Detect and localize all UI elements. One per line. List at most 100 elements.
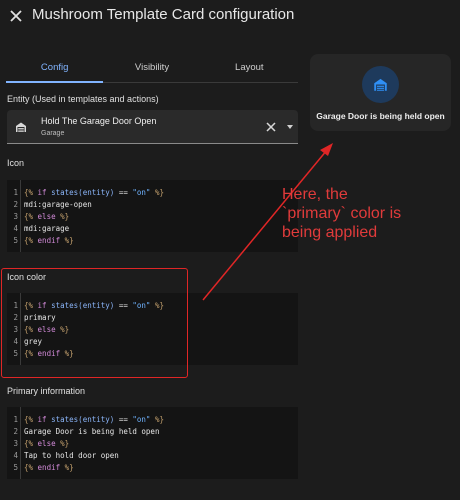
code-token: if — [33, 188, 52, 197]
code-token: states(entity) — [51, 415, 115, 424]
code-line: 4 grey — [7, 336, 298, 348]
entity-area: Garage — [41, 130, 65, 137]
code-token: endif — [33, 236, 65, 245]
code-text: {% endif %} — [24, 348, 74, 360]
code-token: {% — [24, 439, 34, 448]
line-number: 1 — [13, 188, 18, 197]
tab-bar: Config Visibility Layout — [6, 54, 298, 83]
code-token: {% — [24, 349, 34, 358]
tab-layout[interactable]: Layout — [201, 54, 298, 82]
line-number: 3 — [13, 439, 18, 448]
tab-visibility[interactable]: Visibility — [103, 54, 200, 82]
code-token: %} — [64, 236, 74, 245]
code-text: grey — [24, 336, 42, 348]
line-number: 3 — [13, 212, 18, 221]
close-icon[interactable] — [9, 9, 23, 23]
code-token: states(entity) — [51, 188, 115, 197]
code-text: {% endif %} — [24, 462, 74, 474]
entity-name: Hold The Garage Door Open — [41, 116, 157, 126]
line-number: 5 — [13, 463, 18, 472]
code-line: 5 {% endif %} — [7, 348, 298, 360]
code-text: mdi:garage-open — [24, 199, 92, 211]
line-number: 2 — [13, 427, 18, 436]
card-preview[interactable]: Garage Door is being held open — [310, 54, 451, 131]
code-token: Garage Door is being held open — [24, 427, 160, 436]
code-line: 2 mdi:garage-open — [7, 199, 298, 211]
primary-info-code-editor[interactable]: 1 {% if states(entity) == "on" %} 2 Garage … — [7, 407, 298, 479]
dialog-title: Mushroom Template Card configuration — [32, 6, 295, 23]
code-token: else — [33, 325, 61, 334]
code-text: {% else %} — [24, 324, 69, 336]
code-token: else — [33, 212, 61, 221]
code-token: %} — [64, 349, 74, 358]
code-token: == — [114, 415, 133, 424]
code-text: {% endif %} — [24, 235, 74, 247]
code-line: 5 {% endif %} — [7, 235, 298, 247]
code-text: {% else %} — [24, 211, 69, 223]
code-token: == — [114, 188, 133, 197]
tab-config[interactable]: Config — [6, 54, 104, 83]
code-text: Tap to hold door open — [24, 450, 119, 462]
code-token: {% — [24, 212, 34, 221]
icon-color-label: Icon color — [7, 272, 47, 282]
line-number: 5 — [13, 236, 18, 245]
line-number: 4 — [13, 224, 18, 233]
code-line: 1 {% if states(entity) == "on" %} — [7, 414, 298, 426]
code-token: mdi:garage-open — [24, 200, 92, 209]
code-token: mdi:garage — [24, 224, 70, 233]
code-line: 1 {% if states(entity) == "on" %} — [7, 300, 298, 312]
code-text: Garage Door is being held open — [24, 426, 159, 438]
entity-label: Entity (Used in templates and actions) — [7, 94, 159, 104]
code-token: Tap to hold door open — [24, 451, 119, 460]
code-token: {% — [24, 325, 34, 334]
code-token: {% — [24, 463, 34, 472]
line-number: 4 — [13, 451, 18, 460]
dialog-header: Mushroom Template Card configuration — [0, 0, 460, 34]
code-token: %} — [60, 439, 70, 448]
code-token: {% — [24, 415, 34, 424]
code-token: "on" — [132, 188, 151, 197]
code-line: 4 mdi:garage — [7, 223, 298, 235]
code-line: 4 Tap to hold door open — [7, 450, 298, 462]
code-line: 1 {% if states(entity) == "on" %} — [7, 187, 298, 199]
code-text: {% if states(entity) == "on" %} — [24, 187, 164, 199]
code-line: 3 {% else %} — [7, 324, 298, 336]
code-token: "on" — [132, 301, 151, 310]
line-number: 2 — [13, 313, 18, 322]
icon-label: Icon — [7, 158, 25, 168]
code-line: 5 {% endif %} — [7, 462, 298, 474]
line-number: 2 — [13, 200, 18, 209]
entity-picker[interactable]: Hold The Garage Door Open Garage — [7, 110, 298, 144]
icon-color-code-editor[interactable]: 1 {% if states(entity) == "on" %} 2 primary… — [7, 293, 298, 365]
preview-icon-badge — [362, 66, 399, 103]
code-token: {% — [24, 301, 34, 310]
code-token: %} — [60, 325, 70, 334]
code-line: 3 {% else %} — [7, 211, 298, 223]
line-number: 5 — [13, 349, 18, 358]
icon-code-editor[interactable]: 1 {% if states(entity) == "on" %} 2 mdi:gar… — [7, 180, 298, 252]
code-token: else — [33, 439, 61, 448]
code-line: 3 {% else %} — [7, 438, 298, 450]
code-token: states(entity) — [51, 301, 115, 310]
chevron-down-icon[interactable] — [287, 125, 293, 129]
code-token: %} — [150, 415, 164, 424]
code-text: {% if states(entity) == "on" %} — [24, 414, 164, 426]
garage-icon — [16, 122, 26, 132]
code-token: primary — [24, 313, 56, 322]
code-token: %} — [64, 463, 74, 472]
code-text: mdi:garage — [24, 223, 69, 235]
code-token: endif — [33, 463, 65, 472]
clear-icon[interactable] — [266, 122, 276, 132]
code-token: %} — [150, 188, 164, 197]
code-token: == — [114, 301, 133, 310]
line-number: 3 — [13, 325, 18, 334]
code-token: "on" — [132, 415, 151, 424]
line-number: 4 — [13, 337, 18, 346]
line-number: 1 — [13, 301, 18, 310]
code-line: 2 primary — [7, 312, 298, 324]
annotation-text: Here, the `primary` color is being appli… — [282, 186, 402, 241]
code-line: 2 Garage Door is being held open — [7, 426, 298, 438]
code-text: {% if states(entity) == "on" %} — [24, 300, 164, 312]
preview-primary-text: Garage Door is being held open — [316, 111, 445, 121]
code-text: {% else %} — [24, 438, 69, 450]
